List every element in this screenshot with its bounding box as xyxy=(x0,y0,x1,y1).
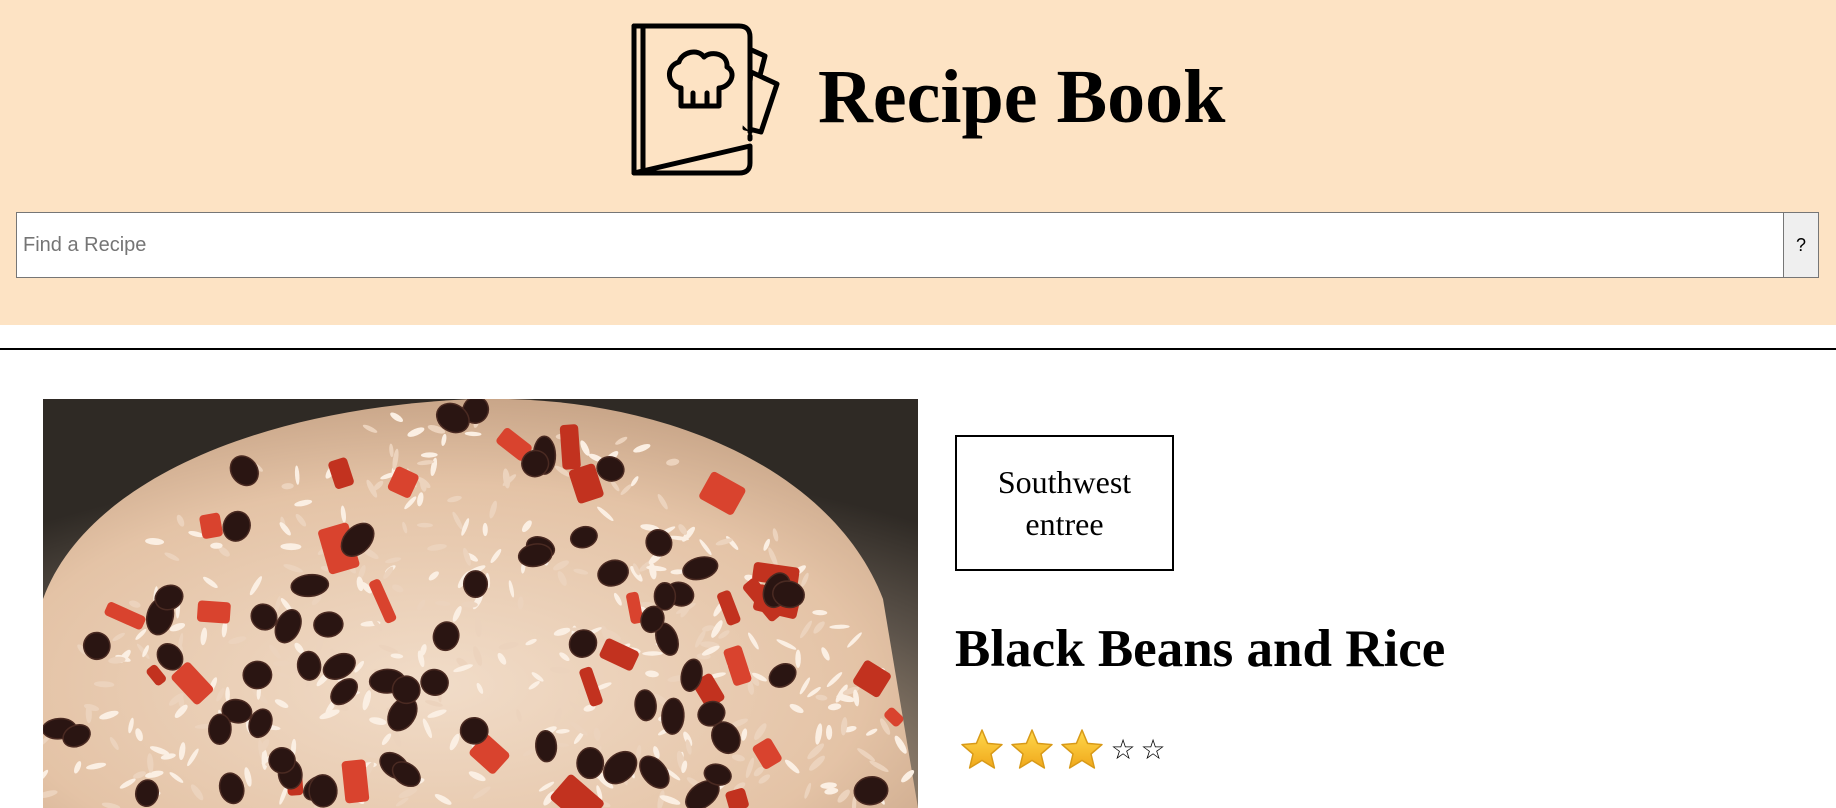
search-button[interactable]: ? xyxy=(1783,212,1819,278)
recipe-photo xyxy=(43,399,918,808)
star-filled-icon xyxy=(961,729,1003,769)
star-filled-icon xyxy=(1011,729,1053,769)
category-tag[interactable]: Southwest entree xyxy=(955,435,1174,571)
star-empty-icon: ☆ xyxy=(1110,733,1136,766)
section-divider xyxy=(0,348,1836,350)
recipe-title: Black Beans and Rice xyxy=(955,620,1446,678)
search-form: ? xyxy=(16,212,1819,278)
recipe-book-icon xyxy=(627,20,787,180)
site-header: Recipe Book ? xyxy=(0,0,1836,325)
site-title: Recipe Book xyxy=(818,55,1226,139)
search-input[interactable] xyxy=(16,212,1783,278)
star-empty-icon: ☆ xyxy=(1140,733,1166,766)
star-rating: ☆ ☆ xyxy=(958,726,1168,774)
star-filled-icon xyxy=(1061,729,1103,769)
